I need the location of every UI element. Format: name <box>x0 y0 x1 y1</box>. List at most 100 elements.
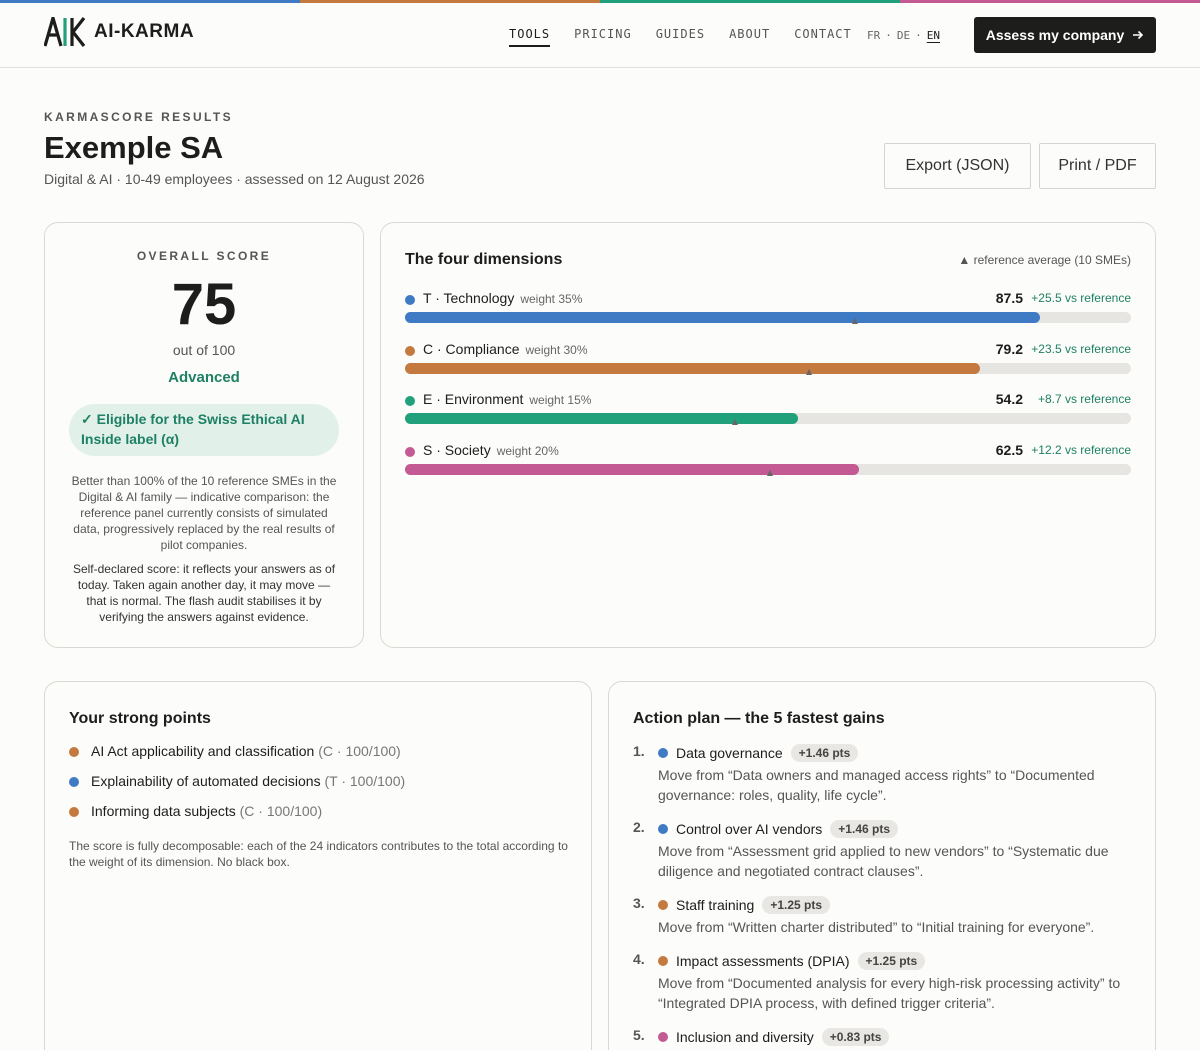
action-item: 3. Staff training +1.25 pts Move from “Writ… <box>633 895 1133 937</box>
overall-score-label: OVERALL SCORE <box>136 249 272 263</box>
reference-marker <box>806 368 813 375</box>
dimension-label: C · Compliance <box>423 340 520 357</box>
action-plan-list: 1. Data governance +1.46 pts Move from “Dat… <box>633 743 1133 1050</box>
brand[interactable]: AI-KARMA <box>44 17 194 47</box>
nav-guides[interactable]: GUIDES <box>656 27 705 47</box>
dimension-score: 54.2 <box>995 391 1023 407</box>
lang-separator: · <box>915 29 922 42</box>
dimension-name: S · Society weight 20% <box>423 442 559 458</box>
action-item: 5.Inclusion and diversity+0.83 ptsMove f… <box>633 1027 1133 1050</box>
action-item: 4. Impact assessments (DPIA) +1.25 pts Move… <box>633 951 1133 1013</box>
strong-point-label: Informing data subjects <box>91 803 236 819</box>
dimension-weight: weight 30% <box>525 342 588 357</box>
action-head: Impact assessments (DPIA) +1.25 pts <box>658 951 1133 971</box>
list-item: Explainability of automated decisions (T… <box>69 773 405 803</box>
dimension-name: T · Technology weight 35% <box>423 290 582 306</box>
dimension-delta: +23.5 vs reference <box>1031 341 1131 356</box>
action-title: Control over AI vendors <box>676 821 823 837</box>
action-plan-card: Action plan — the 5 fastest gains 1. Data… <box>608 681 1156 1050</box>
dimension-dot <box>405 295 415 305</box>
dimension-dot <box>658 824 668 834</box>
points-badge: +1.25 pts <box>857 952 926 970</box>
action-title: Impact assessments (DPIA) <box>676 953 850 969</box>
strong-points-title: Your strong points <box>69 710 211 727</box>
strong-point-label: Explainability of automated decisions <box>91 773 321 789</box>
points-badge: +1.46 pts <box>830 820 898 838</box>
dimensions-title: The four dimensions <box>405 251 563 268</box>
reference-marker <box>852 318 859 324</box>
action-head: Data governance +1.46 pts <box>658 743 1133 763</box>
nav-about[interactable]: ABOUT <box>729 27 770 47</box>
dimension-delta: +25.5 vs reference <box>1031 291 1131 305</box>
assess-company-button[interactable]: Assess my company <box>974 17 1156 53</box>
dimension-dot <box>405 396 415 406</box>
action-description: Move from “Data owners and managed acces… <box>658 767 1095 803</box>
aik-logo-icon <box>44 17 86 47</box>
action-number: 2. <box>633 819 645 835</box>
top-navbar: AI-KARMA TOOLS PRICING GUIDES ABOUT CONT… <box>0 3 1200 68</box>
overall-score-value: 75 <box>171 272 237 337</box>
dimension-dot <box>69 747 79 757</box>
dimension-dot <box>69 807 79 817</box>
decomposable-note: The score is fully decomposable: each of… <box>69 839 568 869</box>
dimension-bar-fill <box>405 463 859 475</box>
points-badge: +1.46 pts <box>790 744 859 762</box>
dimensions-card: The four dimensions ▲ reference average … <box>380 222 1156 648</box>
nav-contact[interactable]: CONTACT <box>794 27 852 47</box>
action-number: 1. <box>633 743 645 759</box>
dimension-dot <box>69 777 79 787</box>
points-badge: +1.25 pts <box>762 896 831 914</box>
nav-tools[interactable]: TOOLS <box>509 27 551 47</box>
dimension-weight: weight 20% <box>496 443 559 458</box>
lang-en[interactable]: EN <box>927 29 940 42</box>
nav-pricing[interactable]: PRICING <box>574 27 632 47</box>
dimension-bar-fill <box>405 413 799 424</box>
action-head: Control over AI vendors +1.46 pts <box>658 819 1133 839</box>
lang-separator: · <box>885 29 892 42</box>
action-item: 1. Data governance +1.46 pts Move from “Dat… <box>633 743 1133 805</box>
dimension-bar-fill <box>405 362 980 374</box>
dimension-track <box>405 463 1131 476</box>
arrow-right-icon <box>1133 30 1144 40</box>
score-level: Advanced <box>168 369 240 386</box>
main-menu: TOOLS PRICING GUIDES ABOUT CONTACT <box>509 27 876 47</box>
self-declared-note: Self-declared score: it reflects your an… <box>72 562 336 624</box>
brand-name: AI-KARMA <box>94 21 195 42</box>
export-json-button[interactable]: Export (JSON) <box>884 143 1031 189</box>
dimension-dot <box>405 446 415 457</box>
dimension-name: C · Compliance weight 30% <box>423 341 588 357</box>
action-plan-title: Action plan — the 5 fastest gains <box>633 710 885 727</box>
dimension-delta: +8.7 vs reference <box>1037 392 1131 406</box>
assess-company-label: Assess my company <box>985 27 1125 43</box>
company-name: Exemple SA <box>44 130 224 165</box>
dimension-track <box>405 362 1131 375</box>
list-item: Informing data subjects (C · 100/100) <box>69 803 405 833</box>
language-switcher: FR · DE · EN <box>867 29 940 42</box>
dimension-row: E · Environment weight 15% 54.2 +8.7 vs ref… <box>405 391 1131 431</box>
action-number: 4. <box>633 951 645 967</box>
strong-point-tag: (C · 100/100) <box>239 803 323 819</box>
overall-score-card: OVERALL SCORE 75 out of 100 Advanced ✓ E… <box>44 222 364 648</box>
print-pdf-button[interactable]: Print / PDF <box>1039 143 1156 189</box>
action-head: Staff training +1.25 pts <box>658 895 1133 915</box>
dimension-weight: weight 15% <box>529 393 592 407</box>
dimension-dot <box>658 1032 668 1042</box>
dimension-dot <box>658 956 668 966</box>
eligibility-badge: ✓ Eligible for the Swiss Ethical AI Insi… <box>69 404 339 456</box>
action-title: Staff training <box>676 897 755 913</box>
lang-de[interactable]: DE <box>897 29 910 42</box>
dimension-dot <box>658 748 668 758</box>
strong-point-label: AI Act applicability and classification <box>91 743 315 759</box>
results-kicker: KARMASCORE RESULTS <box>44 110 233 124</box>
dimension-bar-fill <box>405 312 1041 323</box>
dimension-name: E · Environment weight 15% <box>423 391 591 407</box>
action-item: 2. Control over AI vendors +1.46 pts Move f… <box>633 819 1133 881</box>
lang-fr[interactable]: FR <box>867 29 880 42</box>
action-head: Inclusion and diversity +0.83 pts <box>658 1027 1133 1047</box>
dimension-score: 79.2 <box>995 340 1023 357</box>
action-title: Data governance <box>676 745 783 761</box>
dimension-track <box>405 413 1131 425</box>
reference-marker <box>732 419 739 425</box>
dimension-label: S · Society <box>423 441 491 458</box>
dimension-weight: weight 35% <box>520 292 583 306</box>
